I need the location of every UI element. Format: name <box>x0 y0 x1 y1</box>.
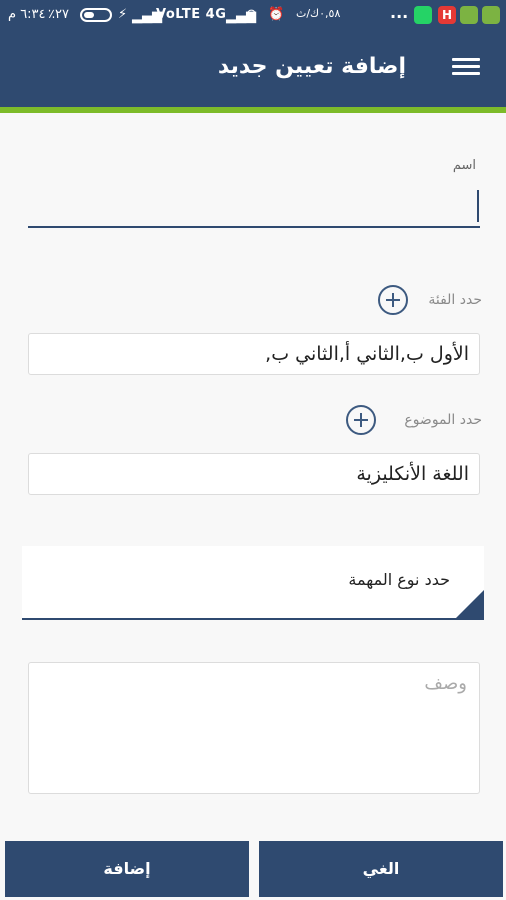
battery-icon <box>80 8 112 22</box>
status-time: ٦:٣٤ م <box>8 7 46 22</box>
category-field[interactable]: الأول ب,الثاني أ,الثاني ب, <box>28 333 480 375</box>
dropdown-corner-icon <box>456 590 484 618</box>
network-speed: ٠,٥٨ك/ث <box>296 7 341 20</box>
add-category-icon[interactable] <box>378 285 408 315</box>
app-notification-icon <box>460 6 478 24</box>
description-textarea[interactable]: وصف <box>28 662 480 794</box>
text-cursor <box>477 190 479 222</box>
more-notifications-icon: ... <box>390 3 409 22</box>
name-input[interactable] <box>28 186 480 228</box>
topic-field[interactable]: اللغة الأنكليزية <box>28 453 480 495</box>
whatsapp-icon <box>414 6 432 24</box>
cancel-button[interactable]: الغي <box>259 841 503 897</box>
add-button[interactable]: إضافة <box>5 841 249 897</box>
network-type: VoLTE 4G <box>156 7 227 22</box>
hamburger-menu-icon[interactable] <box>452 56 480 78</box>
header-accent-bar <box>0 107 506 113</box>
task-type-dropdown[interactable]: حدد نوع المهمة <box>22 546 484 620</box>
app-notification-icon <box>482 6 500 24</box>
category-label: حدد الفئة <box>428 292 482 308</box>
alarm-icon: ⏰ <box>268 7 285 22</box>
name-label: اسم <box>452 158 476 173</box>
task-type-label: حدد نوع المهمة <box>348 570 450 589</box>
charging-icon: ⚡ <box>118 7 128 22</box>
battery-percent: ٪٢٧ <box>48 7 69 22</box>
no-sim-icon: ⊘ <box>246 7 257 22</box>
topic-label: حدد الموضوع <box>404 412 482 428</box>
add-topic-icon[interactable] <box>346 405 376 435</box>
description-placeholder: وصف <box>424 673 467 694</box>
page-title: إضافة تعيين جديد <box>217 54 406 79</box>
status-bar: ٦:٣٤ م ٪٢٧ ⚡ ▂▄▆ VoLTE 4G ▂▄▆ ⊘ ⏰ ٠,٥٨ك/… <box>0 0 506 30</box>
h-notification-icon: H <box>438 6 456 24</box>
